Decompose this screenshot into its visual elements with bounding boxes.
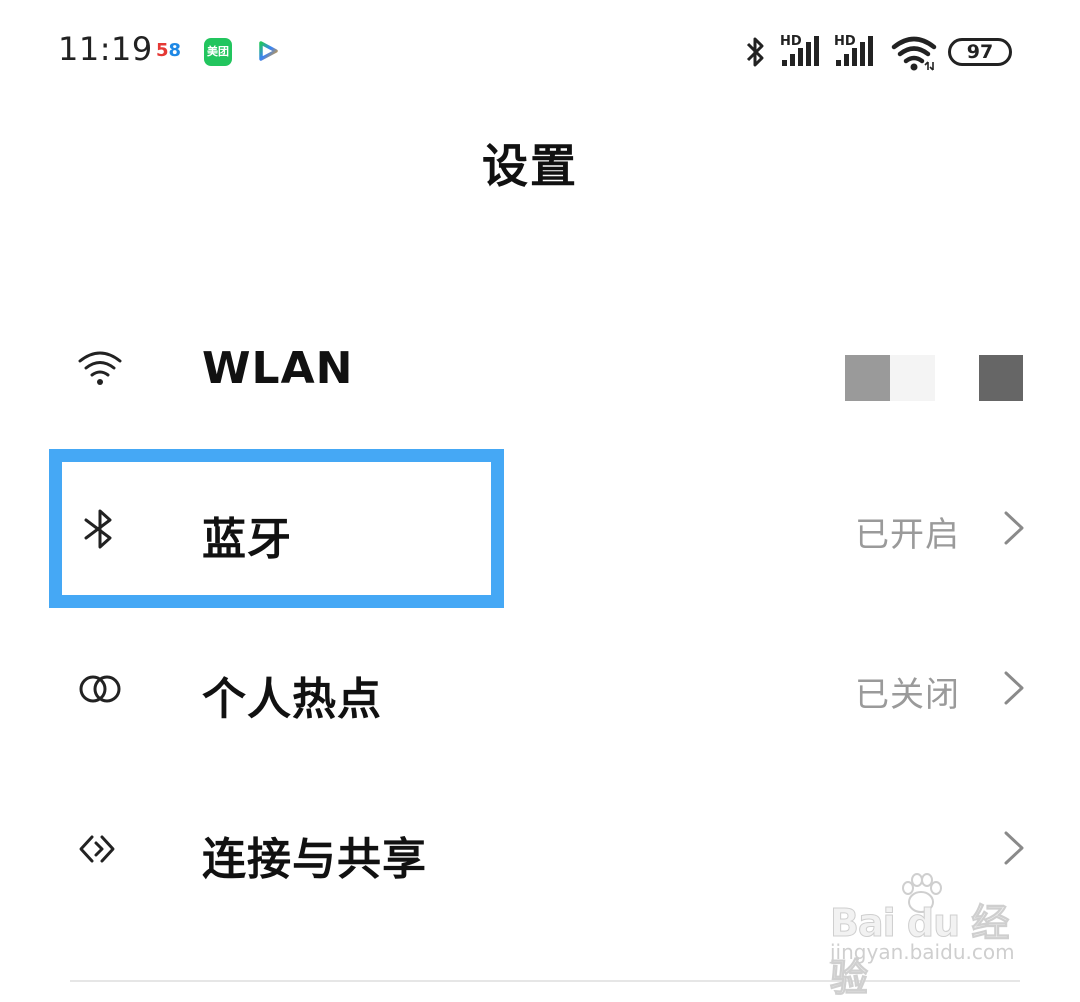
wlan-network-name-redacted [845,355,1023,401]
signal-1-hd-label: HD [780,34,802,49]
connection-sharing-label: 连接与共享 [202,834,427,885]
status-bluetooth-icon [746,37,764,67]
wifi-icon [78,351,122,385]
chevron-right-icon [1004,511,1024,545]
hotspot-label: 个人热点 [202,674,382,725]
settings-item-hotspot[interactable]: 个人热点 已关闭 [0,625,1080,755]
chevron-right-icon [1004,671,1024,705]
wlan-label: WLAN [202,343,354,394]
status-bar: 11:19 58 美团 HD HD 97 [0,0,1080,100]
connection-share-icon [79,835,115,863]
app-meituan-notification-icon: 美团 [204,38,232,66]
hotspot-status: 已关闭 [855,675,960,715]
highlight-frame [49,449,504,608]
watermark: Bai du 经验 jingyan.baidu.com [826,872,1026,1001]
signal-strength-1-icon: HD [780,34,819,66]
watermark-url: jingyan.baidu.com [830,940,1015,964]
battery-indicator: 97 [948,38,1012,66]
app-58-notification-icon: 58 [156,40,182,61]
signal-strength-2-icon: HD [834,34,873,66]
signal-2-hd-label: HD [834,34,856,49]
status-wifi-icon [891,36,937,71]
bluetooth-status: 已开启 [855,515,960,555]
page-title: 设置 [482,139,578,193]
settings-item-wlan[interactable]: WLAN [0,305,1080,435]
hotspot-icon [79,675,121,703]
chevron-right-icon [1004,831,1024,865]
status-time: 11:19 [58,30,153,68]
video-app-notification-icon [259,41,278,61]
